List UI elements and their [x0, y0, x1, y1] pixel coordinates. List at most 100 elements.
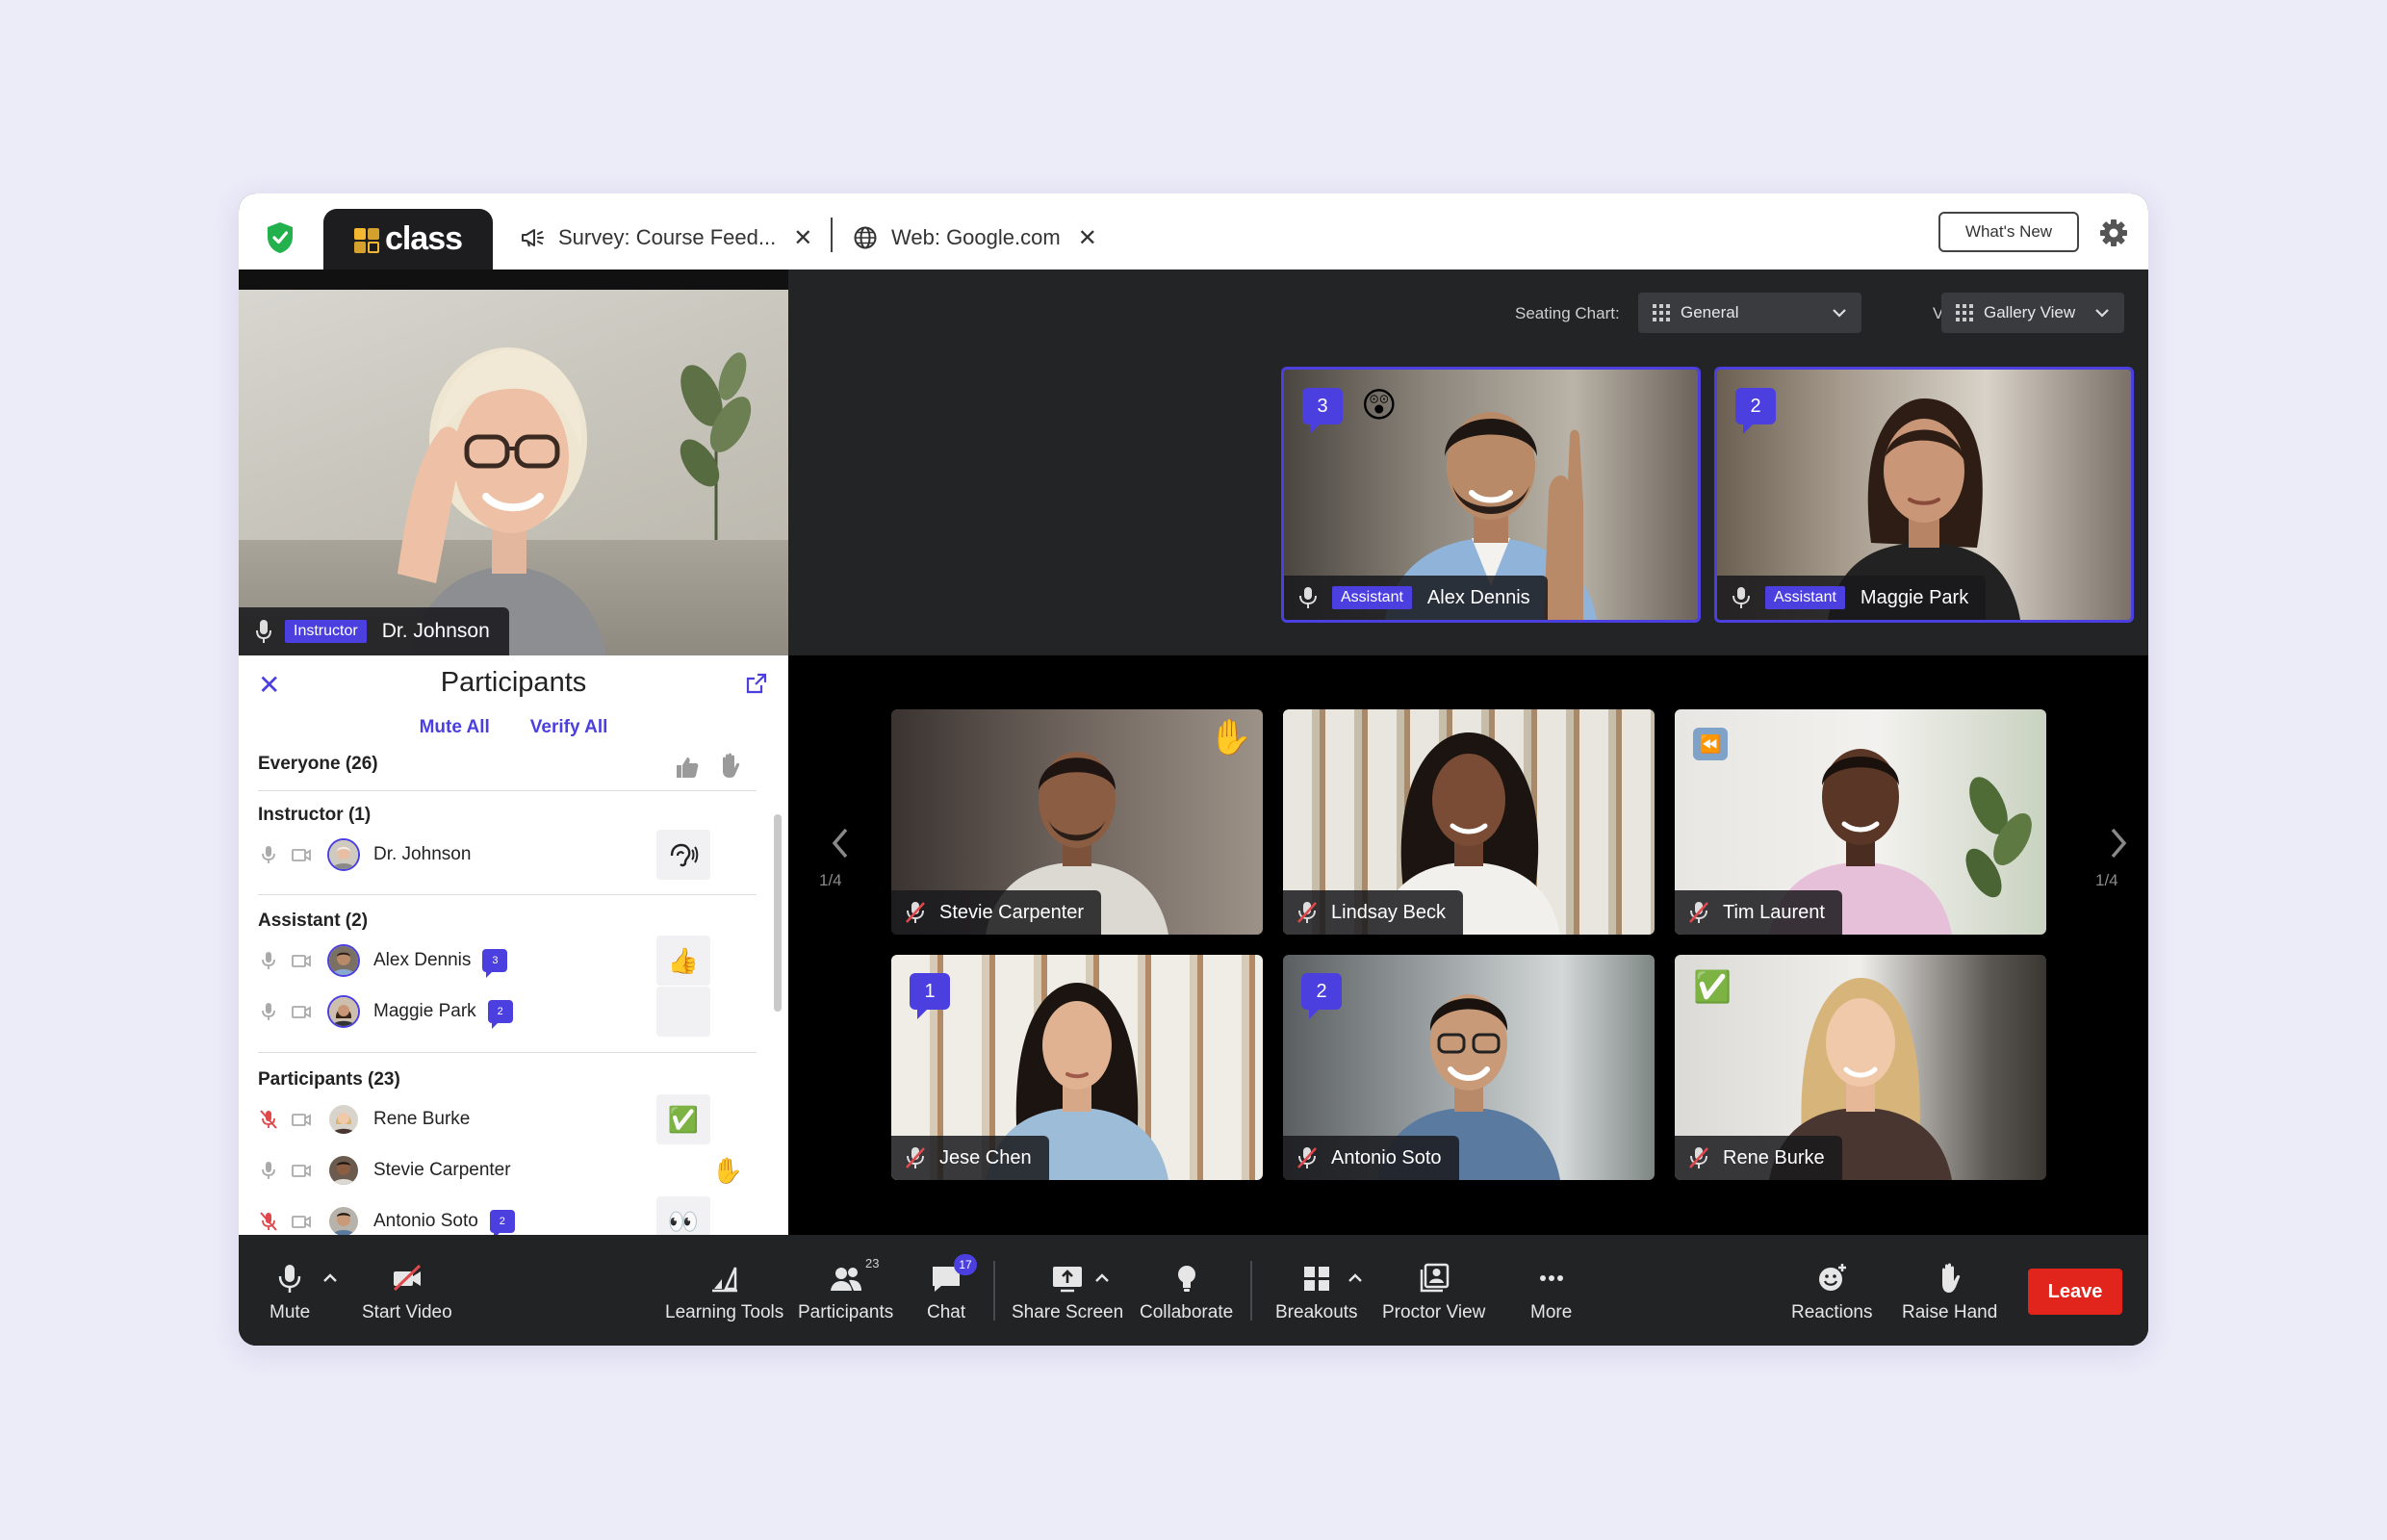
- microphone-icon[interactable]: [258, 1001, 279, 1022]
- mute-button[interactable]: Mute: [270, 1262, 310, 1323]
- participant-name: Antonio Soto: [373, 1211, 478, 1231]
- raise-hand-icon[interactable]: [716, 752, 743, 779]
- thumbs-up-icon[interactable]: [674, 754, 701, 781]
- participants-button[interactable]: Participants: [798, 1262, 893, 1323]
- panel-actions: Mute All Verify All: [239, 717, 788, 738]
- divider: [258, 790, 757, 791]
- chat-count-badge[interactable]: 3: [482, 949, 508, 978]
- camera-icon[interactable]: [291, 1109, 312, 1130]
- microphone-icon[interactable]: [258, 950, 279, 971]
- collaborate-button[interactable]: Collaborate: [1140, 1262, 1233, 1323]
- raise-hand-button[interactable]: Raise Hand: [1902, 1262, 1997, 1323]
- chevron-right-icon[interactable]: [2104, 824, 2133, 862]
- video-tile-tim-laurent[interactable]: ⏪ Tim Laurent: [1675, 709, 2046, 935]
- start-video-button[interactable]: Start Video: [362, 1262, 452, 1323]
- more-label: More: [1530, 1302, 1573, 1322]
- microphone-muted-icon: [1689, 1147, 1708, 1168]
- avatar: [327, 838, 360, 871]
- instructor-name-tag: Instructor Dr. Johnson: [239, 607, 509, 655]
- camera-icon[interactable]: [291, 1160, 312, 1181]
- plant-image: [680, 352, 752, 550]
- mute-all-button[interactable]: Mute All: [420, 717, 490, 738]
- check-icon: ✅: [1693, 969, 1732, 1004]
- view-dropdown[interactable]: Gallery View: [1941, 293, 2124, 333]
- chat-count-badge[interactable]: 2: [489, 1210, 515, 1235]
- video-tile-lindsay-beck[interactable]: Lindsay Beck: [1283, 709, 1655, 935]
- chevron-up-icon[interactable]: [1347, 1270, 1364, 1287]
- chat-bubble-badge[interactable]: 3: [1302, 388, 1343, 434]
- panel-scrollbar[interactable]: [774, 814, 782, 1012]
- participant-name: Stevie Carpenter: [939, 901, 1085, 923]
- microphone-muted-icon: [1689, 902, 1708, 923]
- breakouts-icon: [1303, 1267, 1329, 1291]
- video-tile-antonio-soto[interactable]: 2 Antonio Soto: [1283, 955, 1655, 1180]
- speaking-icon: [670, 843, 699, 867]
- class-logo: class: [353, 220, 463, 258]
- share-screen-label: Share Screen: [1012, 1302, 1124, 1322]
- microphone-icon[interactable]: [258, 1160, 279, 1181]
- camera-icon[interactable]: [291, 1001, 312, 1022]
- raised-hand-icon: ✋: [1209, 717, 1252, 757]
- reactions-label: Reactions: [1791, 1302, 1873, 1322]
- video-tile-rene-burke[interactable]: ✅ Rene Burke: [1675, 955, 2046, 1180]
- proctor-view-button[interactable]: Proctor View: [1382, 1262, 1485, 1323]
- close-icon[interactable]: ✕: [793, 224, 812, 252]
- leave-button[interactable]: Leave: [2028, 1269, 2122, 1315]
- more-button[interactable]: More: [1530, 1262, 1572, 1323]
- close-icon[interactable]: ✕: [1078, 224, 1097, 252]
- participant-row-stevie-carpenter[interactable]: Stevie Carpenter: [258, 1148, 758, 1193]
- microphone-muted-icon[interactable]: [258, 1211, 279, 1232]
- video-tile-jese-chen[interactable]: 1 Jese Chen: [891, 955, 1263, 1180]
- video-tile-maggie-park[interactable]: 2 Assistant Maggie Park: [1714, 367, 2134, 623]
- tab-survey[interactable]: Survey: Course Feed... ✕: [520, 220, 812, 255]
- participant-name-tag: Tim Laurent: [1675, 890, 1842, 935]
- logo-squares-icon: [353, 226, 381, 253]
- participant-name: Stevie Carpenter: [373, 1160, 511, 1180]
- microphone-muted-icon: [906, 902, 925, 923]
- role-badge: Instructor: [285, 620, 367, 643]
- chevron-down-icon: [2095, 309, 2109, 318]
- view-value: Gallery View: [1984, 303, 2076, 321]
- chevron-left-icon[interactable]: [826, 824, 855, 862]
- rewind-icon: ⏪: [1693, 728, 1728, 760]
- microphone-muted-icon[interactable]: [258, 1109, 279, 1130]
- participant-name-tag: Rene Burke: [1675, 1136, 1842, 1180]
- participant-name-tag: Antonio Soto: [1283, 1136, 1459, 1180]
- chevron-up-icon[interactable]: [1093, 1270, 1111, 1287]
- seating-chart-dropdown[interactable]: General: [1638, 293, 1861, 333]
- tab-survey-label: Survey: Course Feed...: [558, 225, 777, 249]
- chevron-up-icon[interactable]: [321, 1270, 339, 1287]
- gear-icon[interactable]: [2099, 218, 2128, 247]
- learning-tools-button[interactable]: Learning Tools: [665, 1262, 783, 1323]
- chat-count-badge[interactable]: 2: [487, 1000, 513, 1029]
- role-badge: Assistant: [1765, 586, 1845, 609]
- whats-new-button[interactable]: What's New: [1938, 212, 2079, 252]
- verify-all-button[interactable]: Verify All: [530, 717, 608, 738]
- microphone-icon[interactable]: [258, 844, 279, 865]
- more-icon: [1539, 1275, 1563, 1281]
- collaborate-label: Collaborate: [1140, 1302, 1234, 1322]
- instructor-heading: Instructor (1): [258, 805, 372, 825]
- video-tile-stevie-carpenter[interactable]: ✋ Stevie Carpenter: [891, 709, 1263, 935]
- chat-bubble-badge[interactable]: 2: [1301, 973, 1342, 1019]
- instructor-video[interactable]: Instructor Dr. Johnson: [239, 290, 788, 655]
- tab-web[interactable]: Web: Google.com ✕: [853, 220, 1097, 255]
- participant-name-tag: Assistant Maggie Park: [1717, 576, 1987, 620]
- divider: [258, 894, 757, 895]
- reactions-button[interactable]: Reactions: [1791, 1262, 1873, 1323]
- everyone-heading: Everyone (26): [258, 754, 378, 774]
- breakouts-button[interactable]: Breakouts: [1275, 1262, 1358, 1323]
- chat-bubble-badge[interactable]: 1: [910, 973, 950, 1019]
- participant-name: Alex Dennis: [373, 950, 472, 970]
- popout-icon[interactable]: [746, 673, 767, 694]
- video-tile-alex-dennis[interactable]: 3 😲 Assistant Alex Dennis: [1281, 367, 1701, 623]
- brand-tab[interactable]: class: [323, 209, 493, 270]
- learning-tools-icon: [711, 1267, 737, 1293]
- surprised-emoji-icon: 😲: [1361, 385, 1398, 424]
- camera-icon[interactable]: [291, 844, 312, 865]
- participant-name: Maggie Park: [1860, 586, 1969, 608]
- camera-icon[interactable]: [291, 1211, 312, 1232]
- camera-icon[interactable]: [291, 950, 312, 971]
- chat-count-badge: 17: [954, 1254, 977, 1275]
- chat-bubble-badge[interactable]: 2: [1735, 388, 1776, 434]
